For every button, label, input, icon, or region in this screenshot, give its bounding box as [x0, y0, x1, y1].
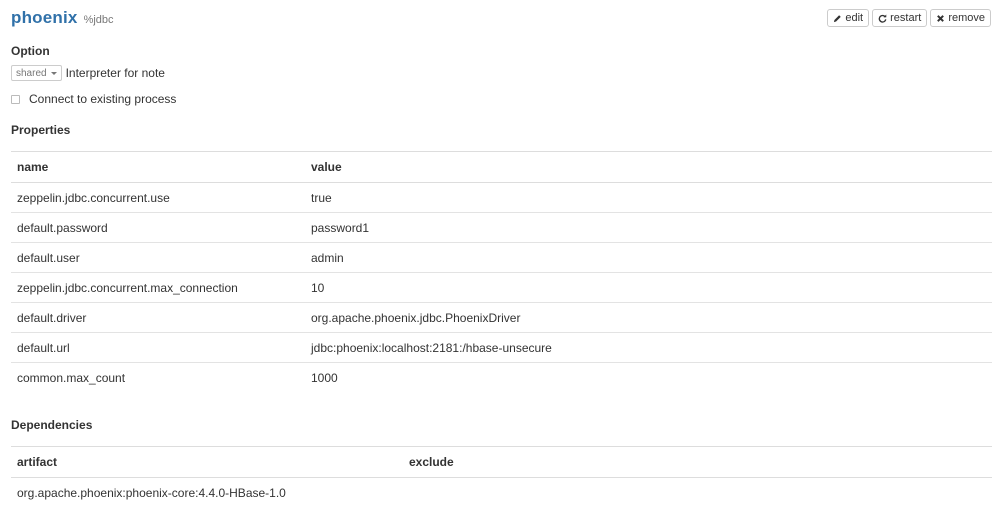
interpreter-group: %jdbc	[84, 14, 114, 26]
option-section-title: Option	[11, 44, 50, 58]
edit-button[interactable]: edit	[827, 9, 869, 27]
properties-header-row: name value	[11, 152, 992, 183]
table-row: default.url jdbc:phoenix:localhost:2181:…	[11, 333, 992, 363]
property-value: password1	[305, 213, 992, 243]
interpreter-name: phoenix	[11, 8, 78, 28]
properties-name-header: name	[11, 152, 305, 183]
property-name: default.user	[11, 243, 305, 273]
interpreter-mode-value: shared	[16, 68, 47, 79]
remove-button-label: remove	[948, 12, 985, 24]
table-row: default.user admin	[11, 243, 992, 273]
pencil-icon	[833, 14, 842, 23]
connect-existing-row: Connect to existing process	[11, 92, 176, 106]
property-value: 10	[305, 273, 992, 303]
properties-value-header: value	[305, 152, 992, 183]
property-name: zeppelin.jdbc.concurrent.use	[11, 183, 305, 213]
table-row: default.driver org.apache.phoenix.jdbc.P…	[11, 303, 992, 333]
refresh-icon	[878, 14, 887, 23]
property-value: 1000	[305, 363, 992, 393]
property-name: default.driver	[11, 303, 305, 333]
edit-button-label: edit	[845, 12, 863, 24]
property-value: jdbc:phoenix:localhost:2181:/hbase-unsec…	[305, 333, 992, 363]
property-name: default.url	[11, 333, 305, 363]
dependencies-header-row: artifact exclude	[11, 447, 992, 478]
property-value: admin	[305, 243, 992, 273]
property-name: zeppelin.jdbc.concurrent.max_connection	[11, 273, 305, 303]
properties-section-title: Properties	[11, 123, 70, 137]
interpreter-mode-label: Interpreter for note	[66, 66, 165, 80]
interpreter-actions: edit restart remove	[827, 9, 991, 27]
table-row: zeppelin.jdbc.concurrent.max_connection …	[11, 273, 992, 303]
restart-button[interactable]: restart	[872, 9, 927, 27]
dependencies-table: artifact exclude org.apache.phoenix:phoe…	[11, 446, 992, 507]
properties-table: name value zeppelin.jdbc.concurrent.use …	[11, 151, 992, 392]
restart-button-label: restart	[890, 12, 921, 24]
interpreter-header: phoenix %jdbc	[11, 8, 114, 28]
interpreter-option-row: shared Interpreter for note	[11, 65, 165, 81]
connect-existing-checkbox[interactable]	[11, 95, 20, 104]
table-row: zeppelin.jdbc.concurrent.use true	[11, 183, 992, 213]
property-value: org.apache.phoenix.jdbc.PhoenixDriver	[305, 303, 992, 333]
chevron-down-icon	[51, 72, 57, 75]
dependencies-exclude-header: exclude	[403, 447, 992, 478]
dependencies-section-title: Dependencies	[11, 418, 92, 432]
table-row: default.password password1	[11, 213, 992, 243]
connect-existing-label: Connect to existing process	[29, 92, 176, 106]
dependencies-artifact-header: artifact	[11, 447, 403, 478]
remove-button[interactable]: remove	[930, 9, 991, 27]
close-icon	[936, 14, 945, 23]
property-value: true	[305, 183, 992, 213]
table-row: common.max_count 1000	[11, 363, 992, 393]
property-name: default.password	[11, 213, 305, 243]
interpreter-mode-select[interactable]: shared	[11, 65, 62, 81]
property-name: common.max_count	[11, 363, 305, 393]
